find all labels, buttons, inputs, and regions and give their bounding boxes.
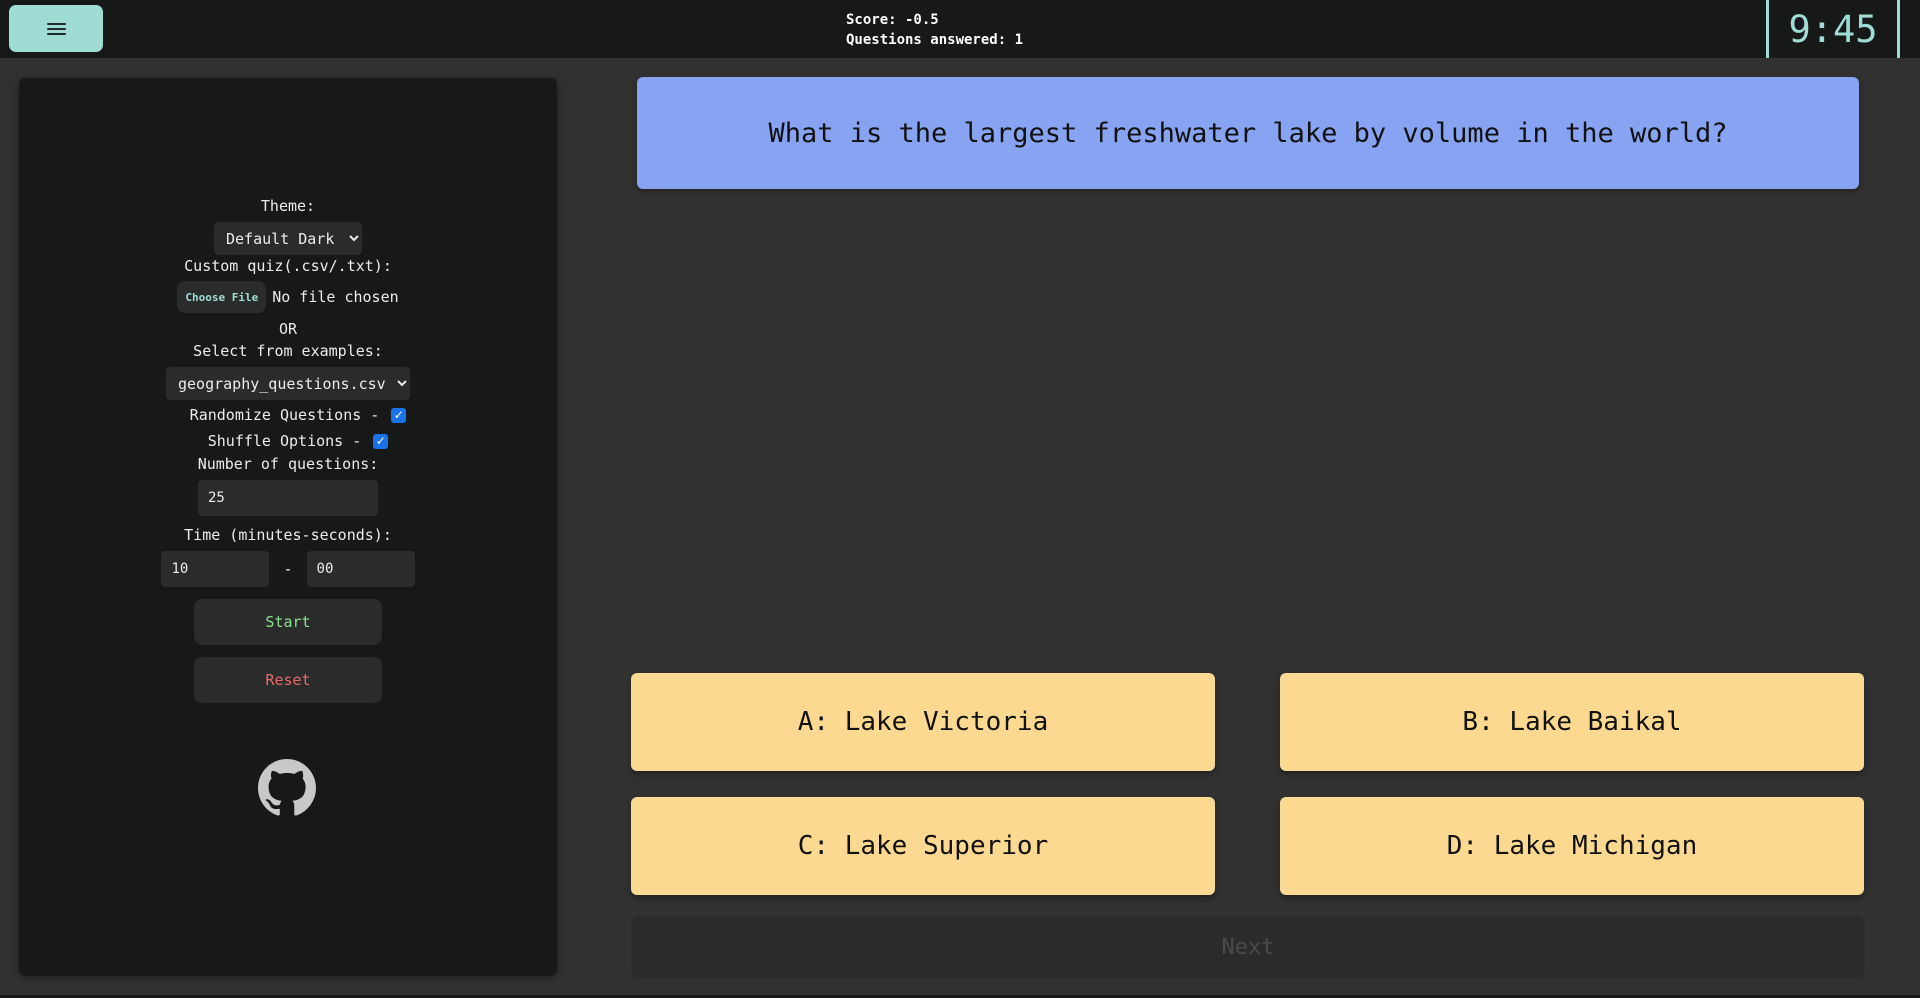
next-button[interactable]: Next	[631, 916, 1865, 978]
num-questions-input[interactable]	[198, 480, 378, 516]
github-icon[interactable]	[258, 759, 316, 817]
or-divider: OR	[278, 320, 298, 338]
theme-label: Theme:	[260, 197, 316, 215]
num-questions-label: Number of questions:	[197, 455, 379, 473]
minutes-input[interactable]	[161, 551, 270, 587]
question-card: What is the largest freshwater lake by v…	[637, 77, 1859, 189]
shuffle-label: Shuffle Options -	[207, 432, 362, 450]
randomize-label: Randomize Questions -	[189, 406, 380, 424]
time-label: Time (minutes-seconds):	[184, 526, 392, 544]
settings-sidebar: Theme: Default Dark Custom quiz(.csv/.tx…	[19, 78, 557, 976]
time-separator: -	[283, 560, 293, 578]
score-panel: Score: -0.5 Questions answered: 1	[846, 10, 1023, 50]
time-inputs: -	[161, 551, 415, 587]
option-d-button[interactable]: D: Lake Michigan	[1280, 797, 1864, 895]
shuffle-row: Shuffle Options - ✓	[208, 428, 389, 454]
file-picker: Choose File No file chosen	[177, 281, 399, 313]
option-b-button[interactable]: B: Lake Baikal	[1280, 673, 1864, 771]
randomize-checkbox[interactable]: ✓	[391, 407, 407, 423]
randomize-row: Randomize Questions - ✓	[190, 402, 407, 428]
menu-button[interactable]	[9, 5, 103, 52]
hamburger-icon	[46, 22, 66, 35]
top-bar: Score: -0.5 Questions answered: 1 9:45	[0, 0, 1920, 58]
seconds-input[interactable]	[306, 551, 415, 587]
examples-select[interactable]: geography_questions.csv	[166, 367, 410, 400]
choose-file-button[interactable]: Choose File	[177, 281, 267, 313]
score-text: Score: -0.5	[846, 12, 939, 28]
start-button[interactable]: Start	[194, 599, 382, 645]
reset-button[interactable]: Reset	[194, 657, 382, 703]
option-c-button[interactable]: C: Lake Superior	[631, 797, 1215, 895]
no-file-text: No file chosen	[272, 288, 399, 306]
shuffle-checkbox[interactable]: ✓	[373, 433, 389, 449]
theme-select[interactable]: Default Dark	[214, 222, 362, 255]
examples-label: Select from examples:	[193, 342, 383, 360]
option-a-button[interactable]: A: Lake Victoria	[631, 673, 1215, 771]
questions-answered-text: Questions answered: 1	[846, 32, 1024, 48]
countdown-timer: 9:45	[1766, 0, 1900, 58]
custom-quiz-label: Custom quiz(.csv/.txt):	[184, 257, 392, 275]
